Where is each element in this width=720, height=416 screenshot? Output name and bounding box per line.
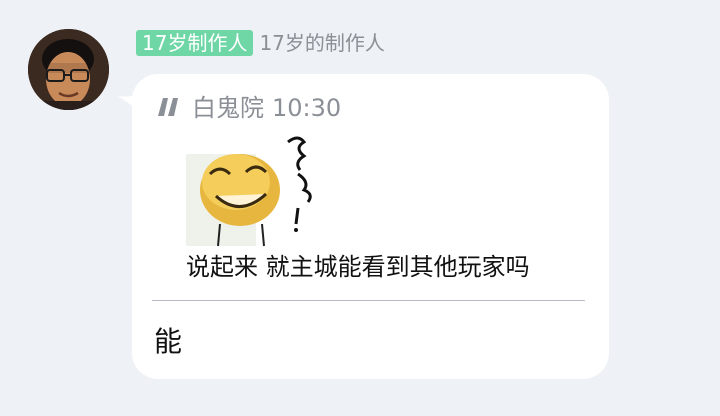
quoted-author: 白鬼院 [192,94,264,122]
reply-message-text: 能 [154,325,183,358]
sender-name-row: 17岁制作人 17岁的制作人 [136,30,385,56]
sender-nickname[interactable]: 17岁的制作人 [259,30,384,56]
quote-mark-icon [158,98,178,116]
message-bubble[interactable]: 白鬼院 10:30 说起来 就主城能看到其他玩家吗 能 [132,74,609,379]
quoted-message-header: 白鬼院 10:30 [192,92,341,124]
smiley-face-sticker[interactable] [186,132,326,250]
quoted-message-text: 说起来 就主城能看到其他玩家吗 [186,253,530,281]
user-avatar-photo [28,29,109,110]
sender-title-badge: 17岁制作人 [136,30,254,56]
quote-divider [152,300,585,301]
sender-avatar[interactable] [28,29,109,110]
quoted-time: 10:30 [272,94,342,122]
